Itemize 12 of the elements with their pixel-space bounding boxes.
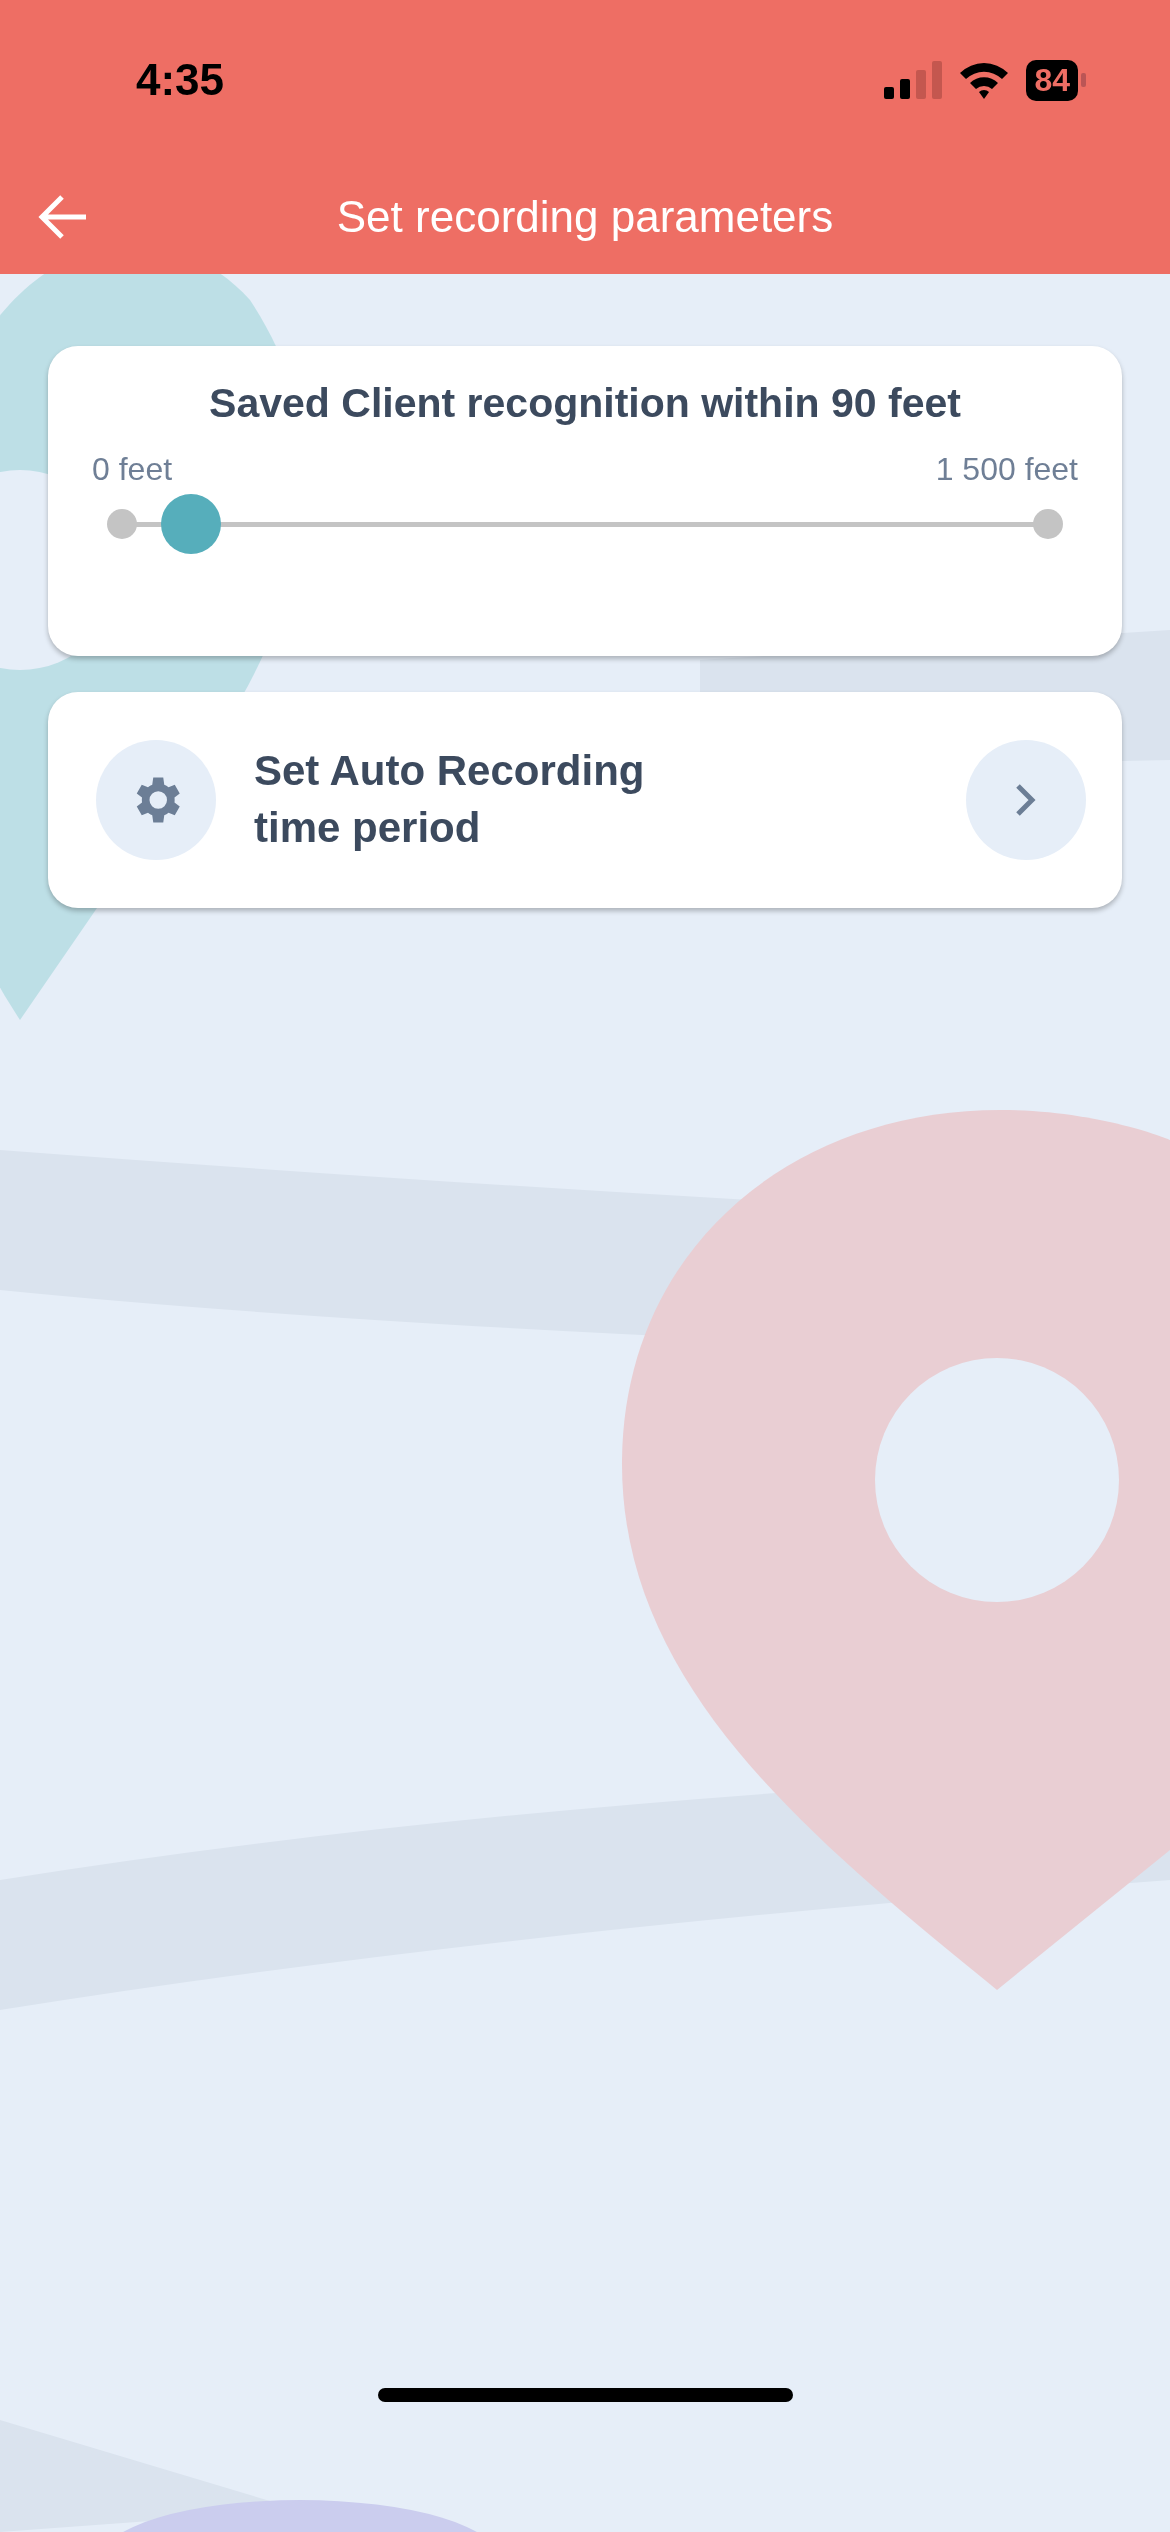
min-label: 0 feet bbox=[92, 451, 173, 488]
auto-recording-item[interactable]: Set Auto Recording time period bbox=[48, 692, 1122, 908]
page-title: Set recording parameters bbox=[336, 192, 834, 242]
distance-title: Saved Client recognition within 90 feet bbox=[209, 380, 961, 427]
chevron-right-icon bbox=[1014, 782, 1038, 818]
battery-level: 84 bbox=[1026, 59, 1078, 101]
max-label: 1 500 feet bbox=[935, 451, 1078, 488]
status-time: 4:35 bbox=[136, 55, 225, 105]
signal-icon bbox=[884, 61, 943, 99]
wifi-icon bbox=[958, 61, 1011, 99]
back-arrow-icon bbox=[38, 195, 88, 239]
auto-recording-label: Set Auto Recording time period bbox=[254, 746, 646, 853]
